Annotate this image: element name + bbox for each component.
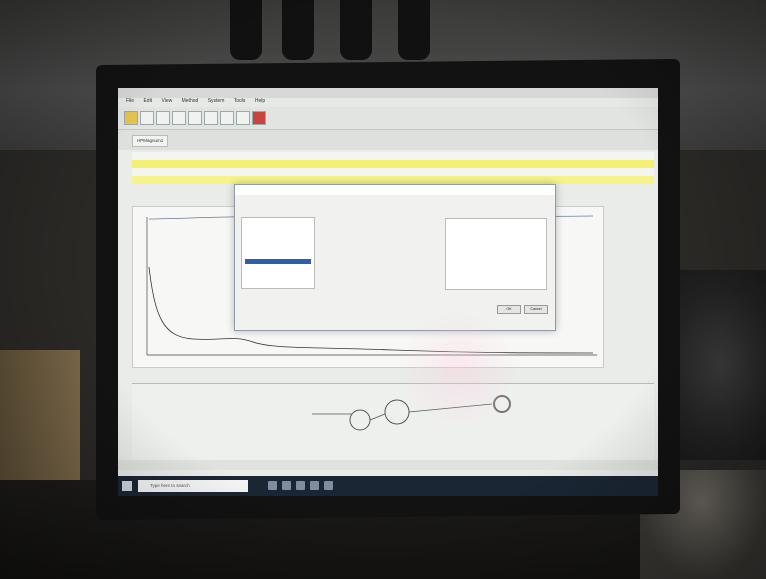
flow-diagram-panel (132, 383, 654, 464)
cables (230, 0, 490, 60)
folder-icon[interactable] (268, 481, 277, 490)
toolbar-button-icon[interactable] (204, 111, 218, 125)
flow-diagram (312, 395, 511, 431)
table-row[interactable] (132, 176, 654, 184)
folder-icon[interactable] (124, 111, 138, 125)
menu-method[interactable]: Method (182, 98, 199, 104)
monitor-icon[interactable] (282, 481, 291, 490)
dialog-tree[interactable] (241, 217, 315, 289)
search-input[interactable]: Type here to search (138, 480, 248, 492)
menu-tools[interactable]: Tools (234, 98, 246, 104)
menu-help[interactable]: Help (255, 98, 265, 104)
red-tool-icon[interactable] (252, 111, 266, 125)
toolbar-button-icon[interactable] (156, 111, 170, 125)
tree-selected-item[interactable] (245, 259, 311, 264)
monitor-screen: File Edit View Method System Tools Help … (118, 88, 658, 496)
dialog-title (235, 185, 555, 195)
toolbar-button-icon[interactable] (140, 111, 154, 125)
menu-edit[interactable]: Edit (143, 98, 152, 104)
screen-glare (398, 308, 518, 428)
toolbar-button-icon[interactable] (188, 111, 202, 125)
toolbar (118, 107, 658, 130)
menu-system[interactable]: System (208, 98, 225, 104)
app-icon[interactable] (324, 481, 333, 490)
app-titlebar (118, 88, 658, 98)
toolbar-button-icon[interactable] (220, 111, 234, 125)
menu-file[interactable]: File (126, 98, 134, 104)
document-icon[interactable] (236, 111, 250, 125)
windows-start-icon[interactable] (122, 481, 132, 491)
menu-view[interactable]: View (161, 98, 172, 104)
table-row[interactable] (132, 160, 654, 168)
cancel-button[interactable]: Cancel (524, 305, 548, 314)
status-bar (118, 460, 658, 470)
tab-hpmagnum1[interactable]: HPMagnum1 (132, 135, 169, 147)
settings-icon[interactable] (310, 481, 319, 490)
photo-scene: File Edit View Method System Tools Help … (0, 0, 766, 579)
toolbar-button-icon[interactable] (172, 111, 186, 125)
menu-bar: File Edit View Method System Tools Help (118, 98, 658, 107)
dialog-list[interactable] (445, 218, 547, 290)
windows-taskbar: Type here to search (118, 476, 658, 496)
document-icon[interactable] (296, 481, 305, 490)
document-tabs: HPMagnum1 (118, 130, 658, 150)
left-box (0, 350, 80, 480)
